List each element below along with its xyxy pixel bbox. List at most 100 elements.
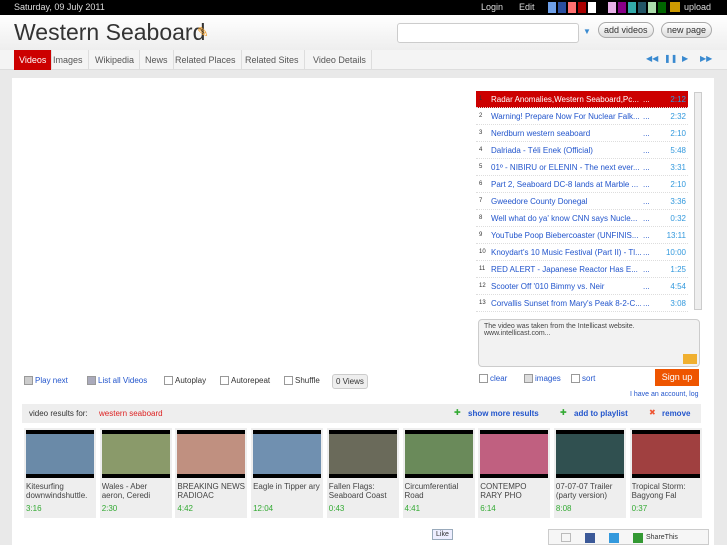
video-thumbnail[interactable]: Tropical Storm: Bagyong Fal 0:37 [629,428,702,518]
tab-wikipedia[interactable]: Wikipedia [90,50,141,70]
color-swatch[interactable] [598,2,606,13]
color-swatch[interactable] [608,2,616,13]
video-thumbnail[interactable]: Fallen Flags: Seaboard Coast 0:43 [326,428,399,518]
clear-button[interactable]: clear [479,374,507,384]
facebook-icon[interactable] [585,533,595,543]
tab-video-details[interactable]: Video Details [308,50,372,70]
item-title[interactable]: Warning! Prepare Now For Nuclear Falk... [491,112,641,121]
thumbnail-image[interactable] [177,430,246,478]
playlist-item[interactable]: 10 Knoydart's 10 Music Festival (Part II)… [476,244,688,261]
mail-icon[interactable] [683,354,697,364]
color-swatch[interactable] [658,2,666,13]
dropdown-arrow-icon[interactable]: ▼ [583,27,591,36]
remove-link[interactable]: remove [662,409,690,418]
pause-icon[interactable]: ❚❚ [664,54,677,63]
color-swatch[interactable] [648,2,656,13]
item-title[interactable]: Corvallis Sunset from Mary's Peak 8-2-C.… [491,299,641,308]
video-thumbnail[interactable]: Circumferential Road 4:41 [402,428,475,518]
pencil-icon[interactable]: ✎ [197,24,211,40]
playlist-item[interactable]: 8 Well what do ya' know CNN says Nucle...… [476,210,688,227]
add-videos-button[interactable]: add videos [598,22,654,38]
login-account-link[interactable]: I have an account, log [630,391,699,398]
twitter-icon[interactable] [609,533,619,543]
play-next-button[interactable]: Play next [24,376,68,386]
video-thumbnail[interactable]: BREAKING NEWS RADIOAC 4:42 [175,428,248,518]
tab-news[interactable]: News [140,50,174,70]
login-link[interactable]: Login [481,2,503,12]
show-more-results-link[interactable]: show more results [468,409,539,418]
list-all-button[interactable]: List all Videos [87,376,147,386]
sort-button[interactable]: sort [571,374,595,384]
shuffle-checkbox[interactable]: Shuffle [284,376,320,386]
playlist-item[interactable]: 5 01º - NIBIRU or ELENIN - The next ever.… [476,159,688,176]
color-swatch[interactable] [618,2,626,13]
item-title[interactable]: Well what do ya' know CNN says Nucle... [491,214,641,223]
tab-images[interactable]: Images [48,50,89,70]
playlist-item[interactable]: 12 Scooter Off '010 Bimmy vs. Neir... 4:54 [476,278,688,295]
item-number: 7 [479,198,483,204]
facebook-like-button[interactable]: Like [432,529,453,540]
playlist-item[interactable]: 7 Gweedore County Donegal... 3:36 [476,193,688,210]
item-title[interactable]: Radar Anomalies,Western Seaboard,Pc... [491,95,641,104]
color-swatch[interactable] [568,2,576,13]
upload-icon[interactable] [670,2,680,12]
thumbnail-image[interactable] [328,430,397,478]
playlist-item[interactable]: 4 Dalriada - Téli Enek (Official)... 5:48 [476,142,688,159]
tab-videos[interactable]: Videos [14,50,53,70]
signup-button[interactable]: Sign up [655,369,699,386]
email-icon[interactable] [561,533,571,542]
edit-link[interactable]: Edit [519,2,535,12]
thumbnail-image[interactable] [404,430,473,478]
color-swatch[interactable] [578,2,586,13]
item-title[interactable]: RED ALERT - Japanese Reactor Has E... [491,265,641,274]
playlist-scrollbar[interactable] [694,92,702,310]
playlist-item[interactable]: 6 Part 2, Seaboard DC-8 lands at Marble .… [476,176,688,193]
video-thumbnail[interactable]: CONTEMPO RARY PHO 6:14 [478,428,551,518]
playlist-item[interactable]: 13 Corvallis Sunset from Mary's Peak 8-2-… [476,295,688,312]
item-title[interactable]: Scooter Off '010 Bimmy vs. Neir [491,282,641,291]
search-input[interactable] [397,23,579,43]
item-title[interactable]: Part 2, Seaboard DC-8 lands at Marble ..… [491,180,641,189]
item-title[interactable]: Nerdburn western seaboard [491,129,641,138]
play-icon[interactable]: ▶ [682,54,688,63]
color-swatch[interactable] [558,2,566,13]
video-thumbnail[interactable]: Eagle in Tipper ary 12:04 [251,428,324,518]
autorepeat-checkbox[interactable]: Autorepeat [220,376,270,386]
color-swatch[interactable] [548,2,556,13]
thumbnail-image[interactable] [253,430,322,478]
playlist-item[interactable]: 3 Nerdburn western seaboard... 2:10 [476,125,688,142]
item-title[interactable]: Knoydart's 10 Music Festival (Part II) -… [491,248,641,257]
thumbnail-image[interactable] [480,430,549,478]
tab-related-places[interactable]: Related Places [170,50,242,70]
upload-link[interactable]: upload [684,2,711,12]
thumbnail-image[interactable] [555,430,624,478]
thumbnail-image[interactable] [631,430,700,478]
sharethis-icon[interactable] [633,533,643,543]
fast-forward-icon[interactable]: ▶▶ [700,54,712,63]
item-title[interactable]: Gweedore County Donegal [491,197,641,206]
video-thumbnail[interactable]: Wales - Aber aeron, Ceredi 2:30 [99,428,172,518]
video-thumbnail[interactable]: Kitesurfing downwindshuttle. 3:16 [24,428,96,518]
playlist-item[interactable]: 1 Radar Anomalies,Western Seaboard,Pc....… [476,91,688,108]
autoplay-checkbox[interactable]: Autoplay [164,376,206,386]
item-title[interactable]: Dalriada - Téli Enek (Official) [491,146,641,155]
playlist-item[interactable]: 2 Warning! Prepare Now For Nuclear Falk..… [476,108,688,125]
video-player[interactable] [22,88,477,373]
add-to-playlist-link[interactable]: add to playlist [574,409,628,418]
color-swatch[interactable] [588,2,596,13]
sharethis-label[interactable]: ShareThis [646,534,678,541]
item-title[interactable]: YouTube Poop Biebercoaster (UNFINIS... [491,231,641,240]
playlist-item[interactable]: 9 YouTube Poop Biebercoaster (UNFINIS....… [476,227,688,244]
playlist-item[interactable]: 11 RED ALERT - Japanese Reactor Has E....… [476,261,688,278]
color-swatch[interactable] [628,2,636,13]
thumbnail-image[interactable] [26,430,94,478]
video-thumbnail[interactable]: 07-07-07 Trailer (party version) 8:08 [553,428,626,518]
images-button[interactable]: images [524,374,561,384]
new-page-button[interactable]: new page [661,22,713,38]
thumbnail-title: BREAKING NEWS RADIOAC [177,482,245,500]
color-swatch[interactable] [638,2,646,13]
tab-related-sites[interactable]: Related Sites [240,50,305,70]
rewind-icon[interactable]: ◀◀ [646,54,658,63]
item-title[interactable]: 01º - NIBIRU or ELENIN - The next ever..… [491,163,641,172]
thumbnail-image[interactable] [101,430,170,478]
